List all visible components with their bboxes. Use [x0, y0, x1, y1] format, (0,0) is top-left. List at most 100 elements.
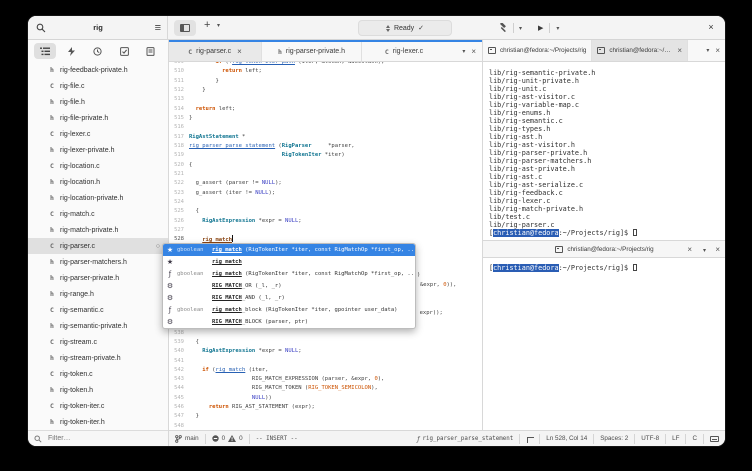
- code-line[interactable]: 524: [169, 198, 482, 207]
- file-item[interactable]: h rig-match-private.h: [28, 222, 168, 238]
- frame-close-icon[interactable]: ×: [715, 46, 720, 55]
- code-line[interactable]: 525 {: [169, 207, 482, 216]
- file-item[interactable]: h rig-file-private.h: [28, 110, 168, 126]
- file-item[interactable]: Crig-lexer.c: [28, 126, 168, 142]
- file-item[interactable]: Crig-semantic.c: [28, 302, 168, 318]
- code-line[interactable]: 515}: [169, 114, 482, 123]
- code-line[interactable]: 516: [169, 123, 482, 132]
- file-item[interactable]: Crig-token.c: [28, 366, 168, 382]
- current-symbol[interactable]: ƒ rig_parser_parse_statement: [411, 434, 519, 444]
- indentation-setting[interactable]: Spaces: 2: [594, 434, 634, 444]
- code-line[interactable]: 521: [169, 170, 482, 179]
- line-ending-setting[interactable]: LF: [666, 434, 685, 444]
- panel-close-icon[interactable]: ×: [715, 245, 720, 254]
- build-button-group[interactable]: ▾: [498, 20, 522, 36]
- file-item[interactable]: Crig-location.c: [28, 158, 168, 174]
- code-line[interactable]: 539 {: [169, 338, 482, 347]
- code-line[interactable]: 538: [169, 329, 482, 338]
- code-line[interactable]: 541: [169, 357, 482, 366]
- completion-row[interactable]: ★ gboolean rig_match (RigTokenIter *iter, …: [163, 244, 415, 256]
- keyboard-indicator[interactable]: [704, 434, 725, 444]
- file-item[interactable]: h rig-feedback-private.h: [28, 62, 168, 78]
- completion-row[interactable]: ⚙ RIG_MATCH _AND (_l, _r): [163, 292, 415, 304]
- code-line[interactable]: 510 return left;: [169, 67, 482, 76]
- terminal-2-header[interactable]: christian@fedora:~/Projects/rig × ▾ ×: [483, 240, 725, 258]
- file-item[interactable]: Crig-match.c: [28, 206, 168, 222]
- run-icon[interactable]: ▶: [538, 24, 543, 32]
- code-line[interactable]: 526 RigAstExpression *expr = NULL;: [169, 217, 482, 226]
- code-line[interactable]: 518 rig_parser_parse_statement (RigParser…: [169, 142, 482, 151]
- code-line[interactable]: 513: [169, 95, 482, 104]
- code-line[interactable]: 520 {: [169, 161, 482, 170]
- code-line[interactable]: 544 RIG_MATCH_TOKEN (RIG_TOKEN_SEMICOLON…: [169, 384, 482, 393]
- tab-close-icon[interactable]: ×: [237, 47, 242, 56]
- tab-rig-lexer-c[interactable]: C rig-lexer.c: [362, 42, 446, 61]
- sidebar-toggle-button[interactable]: [174, 20, 196, 36]
- file-item[interactable]: Crig-token-iter.c: [28, 398, 168, 414]
- completion-row[interactable]: ★ rig_match: [163, 256, 415, 268]
- filter-input[interactable]: [46, 434, 156, 443]
- build-hammer-icon[interactable]: [498, 23, 508, 33]
- code-line[interactable]: 511 }: [169, 77, 482, 86]
- code-line[interactable]: 545 NULL)): [169, 394, 482, 403]
- file-item[interactable]: h rig-token.h: [28, 382, 168, 398]
- project-tree-icon[interactable]: [34, 43, 57, 59]
- run-dropdown-icon[interactable]: ▾: [556, 25, 559, 32]
- tab-close-icon[interactable]: ×: [687, 245, 692, 254]
- copy-path-button[interactable]: [520, 434, 539, 444]
- new-tab-dropdown-icon[interactable]: ▾: [217, 22, 220, 29]
- branch-indicator[interactable]: main: [169, 434, 205, 444]
- completion-row[interactable]: ƒ gboolean rig_match (RigTokenIter *iter, …: [163, 268, 415, 280]
- terminal-2[interactable]: [christian@fedora:~/Projects/rig]$: [483, 259, 725, 430]
- language-setting[interactable]: C: [686, 434, 703, 444]
- file-item[interactable]: h rig-location.h: [28, 174, 168, 190]
- code-line[interactable]: 512 }: [169, 86, 482, 95]
- terminal-1[interactable]: lib/rig-semantic-private.h lib/rig-unit-p…: [483, 62, 725, 242]
- encoding-setting[interactable]: UTF-8: [635, 434, 665, 444]
- code-line[interactable]: 540 RigAstExpression *expr = NULL;: [169, 347, 482, 356]
- new-tab-button[interactable]: +: [204, 19, 210, 31]
- file-item[interactable]: h rig-semantic-private.h: [28, 318, 168, 334]
- tab-close-icon[interactable]: ×: [677, 46, 682, 55]
- file-item[interactable]: h rig-location-private.h: [28, 190, 168, 206]
- documentation-icon[interactable]: [140, 43, 162, 59]
- file-item[interactable]: h rig-token-iter.h: [28, 414, 168, 430]
- pages-dropdown-icon[interactable]: ▾: [462, 48, 465, 55]
- code-line[interactable]: 543 RIG_MATCH_EXPRESSION (parser, &expr,…: [169, 375, 482, 384]
- code-line[interactable]: 519 RigTokenIter *iter): [169, 151, 482, 160]
- cursor-position[interactable]: Ln 528, Col 14: [540, 434, 593, 444]
- code-line[interactable]: 514 return left;: [169, 105, 482, 114]
- build-dropdown-icon[interactable]: ▾: [519, 25, 522, 32]
- frame-close-icon[interactable]: ×: [471, 47, 476, 56]
- code-line[interactable]: 522 g_assert (parser != NULL);: [169, 179, 482, 188]
- code-line[interactable]: 547 }: [169, 412, 482, 421]
- code-line[interactable]: 527: [169, 226, 482, 235]
- history-icon[interactable]: [87, 43, 109, 59]
- omnibar[interactable]: Ready ✓: [358, 20, 452, 36]
- terminal-tab-2[interactable]: christian@fedora:~/Projects/rig ×: [592, 40, 689, 61]
- file-item[interactable]: h rig-parser-matchers.h: [28, 254, 168, 270]
- file-item[interactable]: h rig-stream-private.h: [28, 350, 168, 366]
- code-line[interactable]: 517 RigAstStatement *: [169, 133, 482, 142]
- code-line[interactable]: 546 return RIG_AST_STATEMENT (expr);: [169, 403, 482, 412]
- completion-row[interactable]: ⚙ RIG_MATCH _BLOCK (parser, ptr): [163, 316, 415, 328]
- tab-rig-parser-private-h[interactable]: h rig-parser-private.h: [262, 42, 362, 61]
- file-item[interactable]: Crig-stream.c: [28, 334, 168, 350]
- completion-row[interactable]: ⚙ RIG_MATCH _OR (_l, _r): [163, 280, 415, 292]
- completion-row[interactable]: ƒ gboolean rig_match _block (RigTokenIter *…: [163, 304, 415, 316]
- file-item[interactable]: h rig-file.h: [28, 94, 168, 110]
- run-button-group[interactable]: ▶ ▾: [538, 20, 559, 36]
- window-close-button[interactable]: ×: [703, 20, 719, 36]
- file-item[interactable]: h rig-range.h: [28, 286, 168, 302]
- diagnostics-indicator[interactable]: 0 0: [206, 434, 249, 444]
- file-item[interactable]: h rig-parser-private.h: [28, 270, 168, 286]
- terminal-tab-1[interactable]: christian@fedora:~/Projects/rig: [483, 40, 593, 61]
- file-item[interactable]: h rig-lexer-private.h: [28, 142, 168, 158]
- pages-dropdown-icon[interactable]: ▾: [703, 247, 706, 254]
- todo-icon[interactable]: [113, 43, 135, 59]
- run-pane-icon[interactable]: [61, 43, 83, 59]
- pages-dropdown-icon[interactable]: ▾: [706, 47, 709, 54]
- menu-icon[interactable]: ≡: [155, 20, 161, 36]
- file-item[interactable]: Crig-file.c: [28, 78, 168, 94]
- tab-rig-parser-c[interactable]: C rig-parser.c ×: [169, 42, 262, 61]
